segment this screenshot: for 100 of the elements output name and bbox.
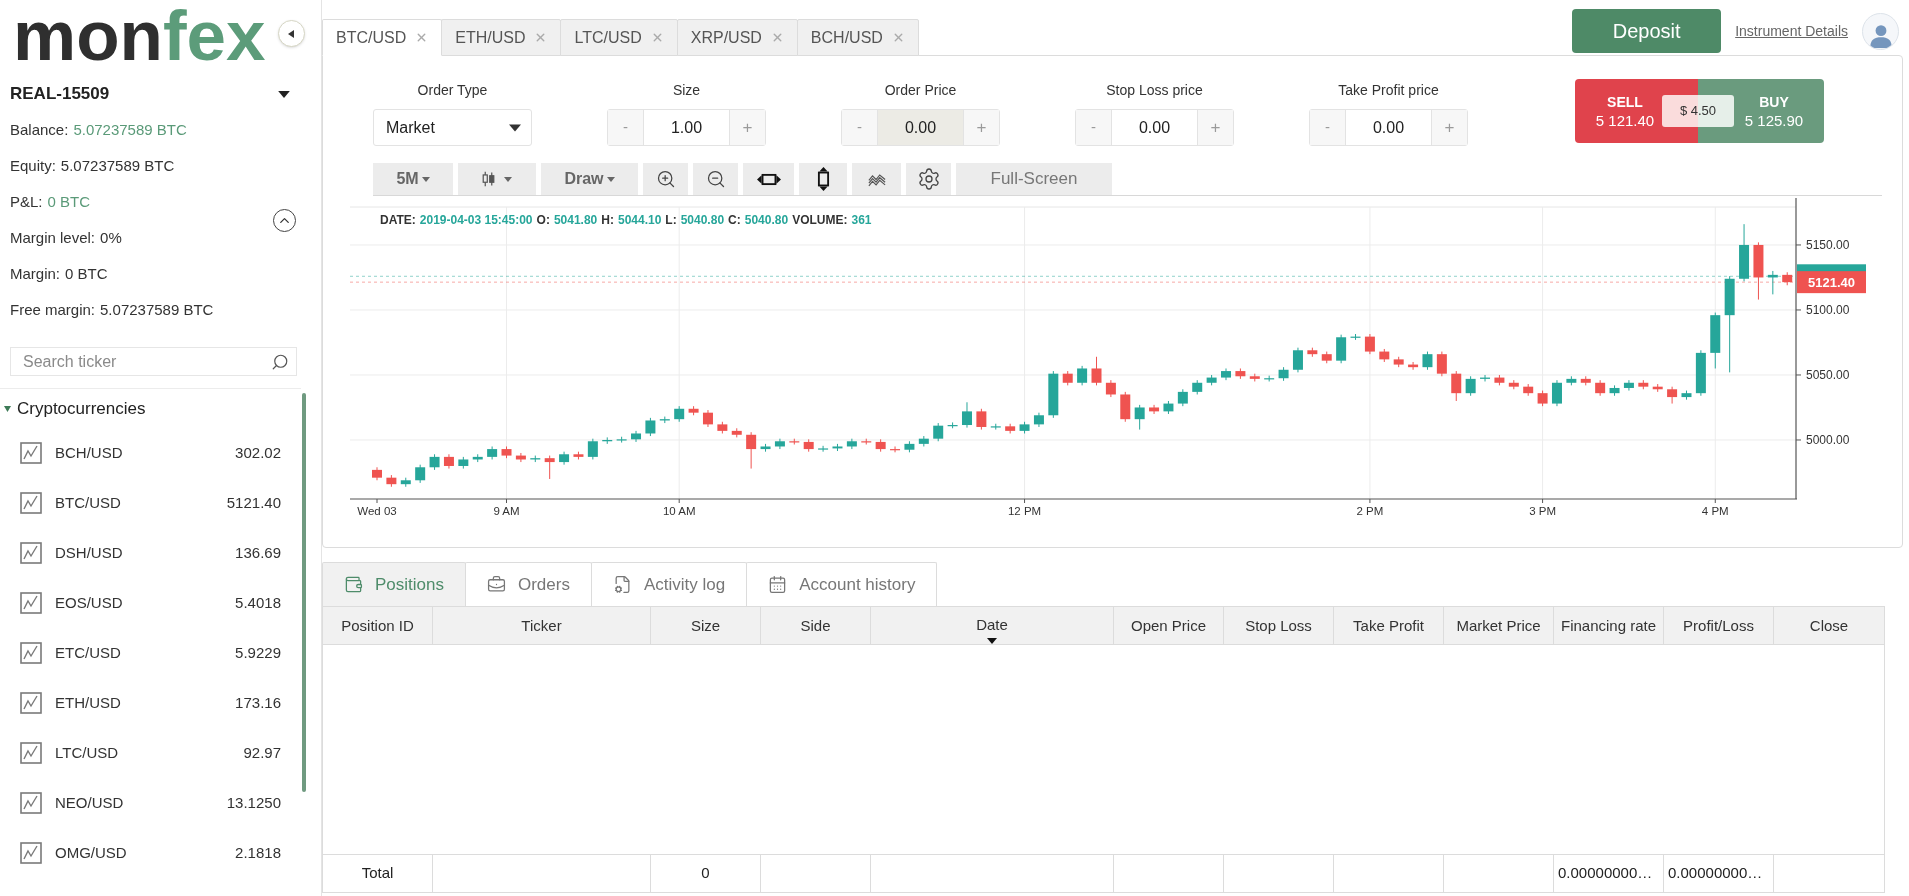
deposit-button[interactable]: Deposit <box>1572 9 1722 53</box>
ticker-price: 136.69 <box>235 542 281 563</box>
sell-button[interactable]: SELL 5 121.40 <box>1575 79 1662 143</box>
ticker-name[interactable]: ETH/USD <box>55 691 121 715</box>
instrument-details-link[interactable]: Instrument Details <box>1735 20 1848 42</box>
wallet-icon <box>344 575 363 594</box>
panel-tab[interactable]: Account history <box>746 562 938 606</box>
candlestick <box>1451 370 1462 402</box>
stat-value: 5.07237589 BTC <box>73 119 187 140</box>
caret-down-icon <box>606 176 615 182</box>
instrument-tab[interactable]: XRP/USD <box>676 19 798 56</box>
ohlc-label: O: <box>536 212 550 229</box>
candlestick <box>846 438 857 450</box>
price-tag: 5121.40 <box>1797 271 1866 294</box>
collapse-sidebar-button[interactable] <box>278 20 305 47</box>
stat-value: 0 BTC <box>65 263 108 284</box>
scrollbar-thumb[interactable] <box>302 393 306 792</box>
y-axis-label: 5000.00 <box>1806 433 1850 447</box>
ticker-name[interactable]: NEO/USD <box>55 791 124 815</box>
ohlc-label: H: <box>601 212 614 229</box>
line-chart-icon <box>20 592 42 614</box>
candlestick <box>1292 347 1303 373</box>
ohlc-label: L: <box>665 212 677 229</box>
candlestick <box>1149 404 1160 415</box>
instrument-tab[interactable]: BCH/USD <box>796 19 919 56</box>
ticker-price: 13.1250 <box>226 792 281 813</box>
candlestick <box>1623 379 1634 392</box>
candlestick <box>587 438 598 460</box>
candlestick <box>1134 404 1145 431</box>
candlestick <box>544 455 555 480</box>
ohlc-value: 2019-04-03 15:45:00 <box>419 212 533 229</box>
chart-type-button[interactable] <box>458 163 536 195</box>
candlestick <box>961 401 972 429</box>
candlestick <box>415 464 426 484</box>
briefcase-icon <box>487 575 506 594</box>
ticker-name[interactable]: BCH/USD <box>55 441 123 465</box>
stat-value: 0% <box>100 227 122 248</box>
ticker-name[interactable]: BTC/USD <box>55 491 121 515</box>
zoom-in-button[interactable] <box>643 163 688 195</box>
candlestick <box>1667 386 1678 405</box>
field-label: Take Profit price <box>1338 81 1439 100</box>
sort-descending-icon <box>987 638 997 645</box>
dropdown-select[interactable]: Market <box>373 109 532 146</box>
ticker-name[interactable]: LTC/USD <box>55 741 119 765</box>
x-axis-label: 12 PM <box>1007 505 1042 517</box>
stat-label: Balance: <box>10 119 69 140</box>
ref-line-label: 5121.40 <box>1808 274 1855 290</box>
ticker-name[interactable]: DSH/USD <box>55 541 123 565</box>
ohlc-label: DATE: <box>380 212 416 229</box>
stat-value: 0 BTC <box>47 191 91 212</box>
y-axis-label: 5100.00 <box>1806 302 1850 317</box>
interval-menu-button[interactable]: 5M <box>373 163 453 195</box>
vertical-arrows-icon <box>816 167 830 191</box>
full-screen-button[interactable]: Full-Screen <box>956 163 1112 195</box>
instrument-tab[interactable]: ETH/USD <box>441 19 562 56</box>
zoom-out-button[interactable] <box>693 163 738 195</box>
line-chart-icon <box>20 542 42 564</box>
ticker-name[interactable]: ETC/USD <box>55 641 121 665</box>
ticker-price: 5.9229 <box>235 642 281 663</box>
ohlc-value: 361 <box>851 212 872 229</box>
settings-button[interactable] <box>906 163 951 195</box>
draw-menu-button[interactable]: Draw <box>541 163 638 195</box>
candlestick <box>1436 351 1447 377</box>
fit-height-button[interactable] <box>799 163 847 195</box>
candlestick <box>1364 333 1375 355</box>
instrument-tab[interactable]: BTC/USD <box>322 19 443 56</box>
zoom-in-icon <box>655 169 676 189</box>
candlestick <box>976 408 987 431</box>
avatar-icon[interactable] <box>1862 12 1899 50</box>
panel-tab[interactable]: Positions <box>322 562 466 606</box>
stat-label: Margin level: <box>10 227 96 248</box>
line-chart-icon <box>20 792 42 814</box>
candlestick <box>631 430 642 443</box>
account-name: REAL-15509 <box>10 83 110 106</box>
ticker-name[interactable]: EOS/USD <box>55 591 123 615</box>
candlestick-icon <box>482 170 495 188</box>
instrument-tab[interactable]: LTC/USD <box>560 19 678 56</box>
column-header[interactable]: Close <box>1774 607 1884 645</box>
total-cell: 0.00000000… <box>1664 855 1774 892</box>
line-chart-icon <box>20 442 42 464</box>
left-triangle-icon <box>287 29 294 38</box>
x-axis-label: Wed 03 <box>357 505 397 517</box>
ticker-name[interactable]: OMG/USD <box>55 841 127 865</box>
x-axis-label: 10 AM <box>662 505 696 517</box>
x-axis-label: 9 AM <box>493 505 520 517</box>
stat-label: Free margin: <box>10 299 96 320</box>
fit-width-button[interactable] <box>743 163 794 195</box>
candlestick <box>645 417 656 437</box>
ticker-price: 302.02 <box>235 442 281 463</box>
caret-down-icon <box>421 176 430 182</box>
indicators-button[interactable] <box>852 163 901 195</box>
file-gear-icon <box>612 575 632 594</box>
ohlc-label: C: <box>728 212 741 229</box>
category-toggle[interactable]: Cryptocurrencies <box>0 389 146 428</box>
caret-down-icon <box>278 90 290 98</box>
ohlc-value: 5041.80 <box>553 212 598 229</box>
x-axis-label: 4 PM <box>1701 505 1729 517</box>
ohlc-label: VOLUME: <box>792 212 848 229</box>
candlestick <box>933 422 944 442</box>
horizontal-arrows-icon <box>756 172 781 186</box>
